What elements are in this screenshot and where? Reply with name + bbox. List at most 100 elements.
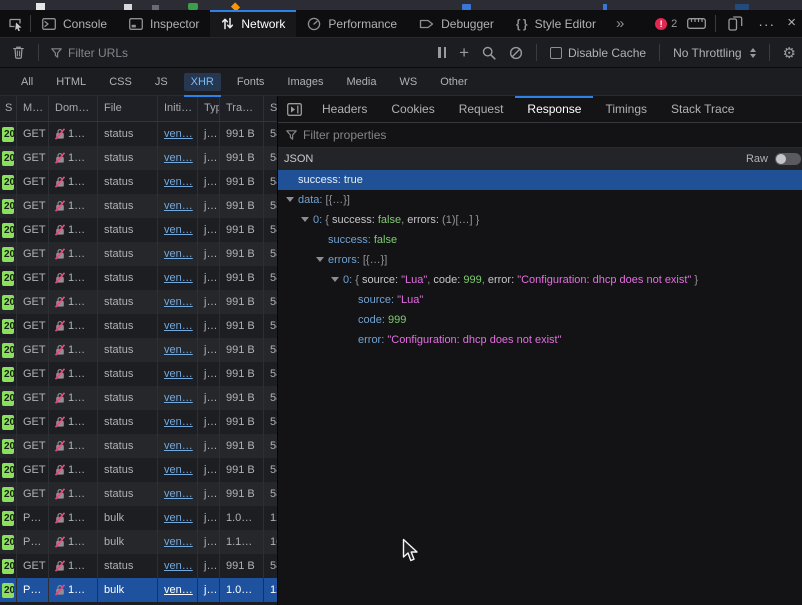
disable-cache-checkbox[interactable]: Disable Cache	[550, 46, 646, 60]
column-header[interactable]: Si	[264, 96, 277, 121]
request-row[interactable]: 20 P… 1… bulk ven… j…	[0, 506, 277, 530]
search-button[interactable]	[482, 46, 496, 60]
tab-style-editor[interactable]: { } Style Editor	[505, 10, 607, 37]
request-row[interactable]: 20 GET 1… status ven… j…	[0, 434, 277, 458]
type-filter-button[interactable]: Other	[433, 73, 475, 91]
column-header[interactable]: File	[98, 96, 158, 121]
json-tree-row[interactable]: error: "Configuration: dhcp does not exi…	[278, 330, 802, 350]
initiator-link[interactable]: ven…	[164, 152, 193, 164]
twisty-icon[interactable]	[316, 250, 328, 270]
responsive-mode-button[interactable]	[722, 10, 748, 37]
column-header[interactable]: Typ	[198, 96, 220, 121]
json-tree-row[interactable]: success: true	[278, 170, 802, 190]
collapse-details-button[interactable]	[278, 96, 310, 122]
tab-console[interactable]: Console	[31, 10, 118, 37]
request-row[interactable]: 20 GET 1… status ven… j…	[0, 242, 277, 266]
initiator-link[interactable]: ven…	[164, 488, 193, 500]
initiator-link[interactable]: ven…	[164, 584, 193, 596]
json-tree-row[interactable]: errors: [{…}]	[278, 250, 802, 270]
type-filter-button[interactable]: HTML	[49, 73, 93, 91]
type-filter-button[interactable]: XHR	[184, 73, 221, 91]
column-header[interactable]: Dom…	[49, 96, 98, 121]
details-tab[interactable]: Request	[447, 96, 516, 122]
more-tabs-button[interactable]: »	[607, 10, 633, 37]
details-tab[interactable]: Timings	[593, 96, 659, 122]
json-tree-row[interactable]: 0: { success: false, errors: (1)[…] }	[278, 210, 802, 230]
block-requests-button[interactable]	[509, 46, 523, 60]
details-tab[interactable]: Headers	[310, 96, 379, 122]
pause-traffic-button[interactable]	[438, 47, 446, 58]
request-row[interactable]: 20 GET 1… status ven… j…	[0, 170, 277, 194]
request-row[interactable]: 20 GET 1… status ven… j…	[0, 314, 277, 338]
type-filter-button[interactable]: CSS	[102, 73, 139, 91]
twisty-icon[interactable]	[286, 190, 298, 210]
request-row[interactable]: 20 GET 1… status ven… j…	[0, 338, 277, 362]
request-row[interactable]: 20 GET 1… status ven… j…	[0, 122, 277, 146]
json-tree-row[interactable]: data: [{…}]	[278, 190, 802, 210]
network-settings-button[interactable]: ⚙	[783, 46, 796, 60]
column-header[interactable]: M…	[17, 96, 49, 121]
json-section-header[interactable]: JSON Raw	[278, 148, 802, 170]
request-row[interactable]: 20 P… 1… bulk ven… j…	[0, 578, 277, 602]
request-row[interactable]: 20 GET 1… status ven… j…	[0, 482, 277, 506]
column-header[interactable]: Initi…	[158, 96, 198, 121]
type-filter-button[interactable]: Images	[280, 73, 330, 91]
type-filter-button[interactable]: Media	[339, 73, 383, 91]
initiator-link[interactable]: ven…	[164, 128, 193, 140]
initiator-link[interactable]: ven…	[164, 248, 193, 260]
details-tab[interactable]: Response	[515, 96, 593, 122]
type-filter-button[interactable]: WS	[392, 73, 424, 91]
twisty-icon[interactable]	[331, 270, 343, 290]
initiator-link[interactable]: ven…	[164, 392, 193, 404]
error-count-badge[interactable]: ! 2	[655, 18, 677, 30]
initiator-link[interactable]: ven…	[164, 320, 193, 332]
request-row[interactable]: 20 GET 1… status ven… j…	[0, 386, 277, 410]
initiator-link[interactable]: ven…	[164, 272, 193, 284]
pick-element-button[interactable]	[0, 10, 30, 37]
initiator-link[interactable]: ven…	[164, 440, 193, 452]
details-tab[interactable]: Cookies	[379, 96, 446, 122]
request-row[interactable]: 20 GET 1… status ven… j…	[0, 290, 277, 314]
json-tree-row[interactable]: code: 999	[278, 310, 802, 330]
raw-toggle[interactable]	[775, 153, 801, 165]
json-tree-row[interactable]: success: false	[278, 230, 802, 250]
tab-performance[interactable]: Performance	[296, 10, 408, 37]
initiator-link[interactable]: ven…	[164, 536, 193, 548]
request-row[interactable]: 20 GET 1… status ven… j…	[0, 146, 277, 170]
filter-urls-input[interactable]: Filter URLs	[51, 46, 128, 60]
initiator-link[interactable]: ven…	[164, 512, 193, 524]
initiator-link[interactable]: ven…	[164, 344, 193, 356]
initiator-link[interactable]: ven…	[164, 224, 193, 236]
tab-debugger[interactable]: Debugger	[408, 10, 505, 37]
filter-properties-input[interactable]: Filter properties	[278, 123, 802, 148]
request-row[interactable]: 20 GET 1… status ven… j…	[0, 410, 277, 434]
tab-inspector[interactable]: Inspector	[118, 10, 210, 37]
initiator-link[interactable]: ven…	[164, 296, 193, 308]
request-row[interactable]: 20 GET 1… status ven… j…	[0, 218, 277, 242]
request-row[interactable]: 20 GET 1… status ven… j…	[0, 458, 277, 482]
type-filter-button[interactable]: JS	[148, 73, 175, 91]
twisty-icon[interactable]	[301, 210, 313, 230]
request-row[interactable]: 20 P… 1… bulk ven… j…	[0, 530, 277, 554]
rulers-button[interactable]	[683, 10, 709, 37]
devtools-menu-button[interactable]: ···	[754, 16, 779, 32]
clear-requests-button[interactable]	[6, 45, 30, 60]
initiator-link[interactable]: ven…	[164, 176, 193, 188]
new-request-button[interactable]: +	[459, 48, 469, 58]
request-row[interactable]: 20 GET 1… status ven… j…	[0, 554, 277, 578]
column-header[interactable]: S	[0, 96, 17, 121]
type-filter-button[interactable]: Fonts	[230, 73, 272, 91]
throttling-dropdown[interactable]: No Throttling	[673, 46, 755, 60]
json-tree-row[interactable]: source: "Lua"	[278, 290, 802, 310]
initiator-link[interactable]: ven…	[164, 464, 193, 476]
initiator-link[interactable]: ven…	[164, 416, 193, 428]
details-tab[interactable]: Stack Trace	[659, 96, 746, 122]
initiator-link[interactable]: ven…	[164, 560, 193, 572]
initiator-link[interactable]: ven…	[164, 200, 193, 212]
initiator-link[interactable]: ven…	[164, 368, 193, 380]
json-tree-row[interactable]: 0: { source: "Lua", code: 999, error: "C…	[278, 270, 802, 290]
type-filter-button[interactable]: All	[14, 73, 40, 91]
request-row[interactable]: 20 GET 1… status ven… j…	[0, 194, 277, 218]
tab-network[interactable]: Network	[210, 10, 296, 37]
request-row[interactable]: 20 GET 1… status ven… j…	[0, 362, 277, 386]
